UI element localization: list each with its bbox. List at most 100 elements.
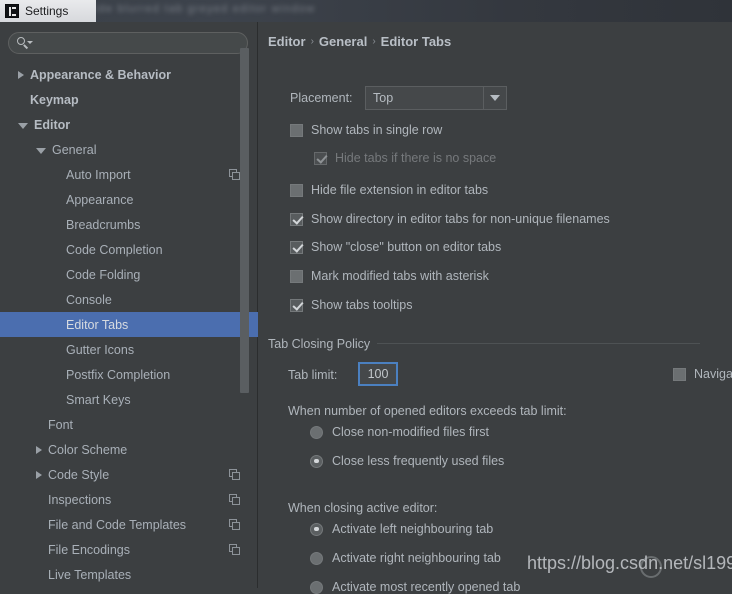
checkbox-checked-icon[interactable] (290, 240, 303, 254)
reuse-tab-checkbox-row[interactable]: Navigation from non-modified tab will re… (673, 367, 732, 381)
checkbox-label: Show "close" button on editor tabs (311, 240, 502, 254)
chevron-down-icon[interactable] (36, 147, 46, 154)
sidebar-item-label: File Encodings (48, 542, 130, 557)
sidebar-item-label: Code Style (48, 467, 110, 482)
checkbox-unchecked-icon[interactable] (290, 269, 303, 283)
sidebar-item-editor-tabs[interactable]: Editor Tabs (0, 312, 258, 337)
radio-row[interactable]: Close less frequently used files (310, 454, 504, 468)
chevron-right-icon[interactable] (18, 70, 24, 79)
closing-active-editor-label: When closing active editor: (288, 501, 438, 515)
sidebar-item-breadcrumbs[interactable]: Breadcrumbs (0, 212, 258, 237)
window-title: Settings (25, 4, 69, 18)
sidebar-item-auto-import[interactable]: Auto Import (0, 162, 258, 187)
sidebar-item-label: Smart Keys (66, 392, 131, 407)
chevron-right-icon[interactable] (36, 470, 42, 479)
radio-selected-icon[interactable] (310, 522, 323, 536)
sidebar-item-gutter-icons[interactable]: Gutter Icons (0, 337, 258, 362)
checkbox-row[interactable]: Show tabs in single row (290, 123, 442, 137)
sidebar-item-file-and-code-templates[interactable]: File and Code Templates (0, 512, 258, 537)
copy-settings-icon[interactable] (229, 169, 240, 180)
radio-row[interactable]: Activate most recently opened tab (310, 580, 520, 594)
sidebar-scrollbar-thumb[interactable] (240, 48, 249, 393)
radio-label: Activate left neighbouring tab (332, 522, 494, 536)
radio-selected-icon[interactable] (310, 454, 323, 468)
checkbox-row[interactable]: Hide file extension in editor tabs (290, 183, 488, 197)
breadcrumb-item[interactable]: Editor (268, 34, 306, 49)
sidebar-item-general[interactable]: General (0, 137, 258, 162)
sidebar-search[interactable] (8, 32, 248, 54)
sidebar-item-code-completion[interactable]: Code Completion (0, 237, 258, 262)
tab-limit-input[interactable] (358, 362, 398, 386)
window-tab-settings[interactable]: Settings (0, 0, 96, 22)
reuse-tab-checkbox[interactable] (673, 367, 686, 381)
sidebar-item-color-scheme[interactable]: Color Scheme (0, 437, 258, 462)
checkbox-row[interactable]: Show "close" button on editor tabs (290, 240, 501, 254)
copy-settings-icon[interactable] (229, 494, 240, 505)
sidebar-item-keymap[interactable]: Keymap (0, 87, 258, 112)
checkbox-checked-icon[interactable] (290, 212, 303, 226)
search-icon[interactable] (17, 37, 33, 51)
checkbox-label: Show tabs tooltips (311, 298, 413, 312)
checkbox-label: Hide tabs if there is no space (335, 151, 497, 165)
search-box[interactable] (8, 32, 248, 54)
breadcrumb-item[interactable]: General (319, 34, 367, 49)
sidebar-item-live-templates[interactable]: Live Templates (0, 562, 258, 587)
checkbox-row[interactable]: Mark modified tabs with asterisk (290, 269, 489, 283)
breadcrumb: Editor › General › Editor Tabs (268, 34, 451, 49)
placement-dropdown-button[interactable] (483, 87, 506, 109)
checkbox-unchecked-icon[interactable] (290, 183, 303, 197)
sidebar-item-appearance-behavior[interactable]: Appearance & Behavior (0, 62, 258, 87)
radio-row[interactable]: Activate left neighbouring tab (310, 522, 493, 536)
radio-unselected-icon[interactable] (310, 580, 323, 594)
checkbox-row: Hide tabs if there is no space (314, 151, 496, 165)
settings-tree[interactable]: Appearance & Behavior Keymap Editor General… (0, 62, 258, 588)
checkbox-row[interactable]: Show directory in editor tabs for non-un… (290, 212, 610, 226)
sidebar-item-label: Breadcrumbs (66, 217, 141, 232)
checkbox-unchecked-icon[interactable] (290, 123, 303, 137)
checkbox-label: Mark modified tabs with asterisk (311, 269, 489, 283)
sidebar-item-appearance[interactable]: Appearance (0, 187, 258, 212)
breadcrumb-item[interactable]: Editor Tabs (381, 34, 452, 49)
sidebar-item-code-style[interactable]: Code Style (0, 462, 258, 487)
copy-settings-icon[interactable] (229, 519, 240, 530)
placement-dropdown[interactable]: Top (365, 86, 507, 110)
radio-row[interactable]: Activate right neighbouring tab (310, 551, 501, 565)
copy-settings-icon[interactable] (229, 469, 240, 480)
sidebar-item-label: Editor (34, 117, 71, 132)
checkbox-label: Show directory in editor tabs for non-un… (311, 212, 610, 226)
chevron-right-icon[interactable] (36, 445, 42, 454)
radio-label: Activate most recently opened tab (332, 580, 521, 594)
sidebar-item-code-folding[interactable]: Code Folding (0, 262, 258, 287)
checkbox-checked-icon[interactable] (290, 298, 303, 312)
sidebar-item-font[interactable]: Font (0, 412, 258, 437)
sidebar-item-label: Font (48, 417, 74, 432)
checkbox-row[interactable]: Show tabs tooltips (290, 298, 412, 312)
sidebar-item-file-encodings[interactable]: File Encodings (0, 537, 258, 562)
search-input[interactable] (35, 35, 244, 53)
radio-unselected-icon[interactable] (310, 551, 323, 565)
sidebar-item-label: Code Completion (66, 242, 163, 257)
sidebar-item-smart-keys[interactable]: Smart Keys (0, 387, 258, 412)
copy-settings-icon[interactable] (229, 544, 240, 555)
radio-unselected-icon[interactable] (310, 425, 323, 439)
checkbox-label: Show tabs in single row (311, 123, 443, 137)
breadcrumb-separator: › (372, 36, 376, 47)
sidebar-item-label: Keymap (30, 92, 79, 107)
sidebar-scrollbar-track[interactable] (240, 22, 253, 548)
sidebar-item-editor[interactable]: Editor (0, 112, 258, 137)
sidebar-item-postfix-completion[interactable]: Postfix Completion (0, 362, 258, 387)
sidebar-item-label: Appearance (66, 192, 134, 207)
radio-row[interactable]: Close non-modified files first (310, 425, 489, 439)
radio-label: Close less frequently used files (332, 454, 505, 468)
chevron-down-icon (490, 95, 500, 101)
sidebar-item-inspections[interactable]: Inspections (0, 487, 258, 512)
chevron-down-icon[interactable] (18, 122, 28, 129)
sidebar-item-console[interactable]: Console (0, 287, 258, 312)
settings-content-pane: Editor › General › Editor Tabs Placement: To… (259, 22, 732, 594)
